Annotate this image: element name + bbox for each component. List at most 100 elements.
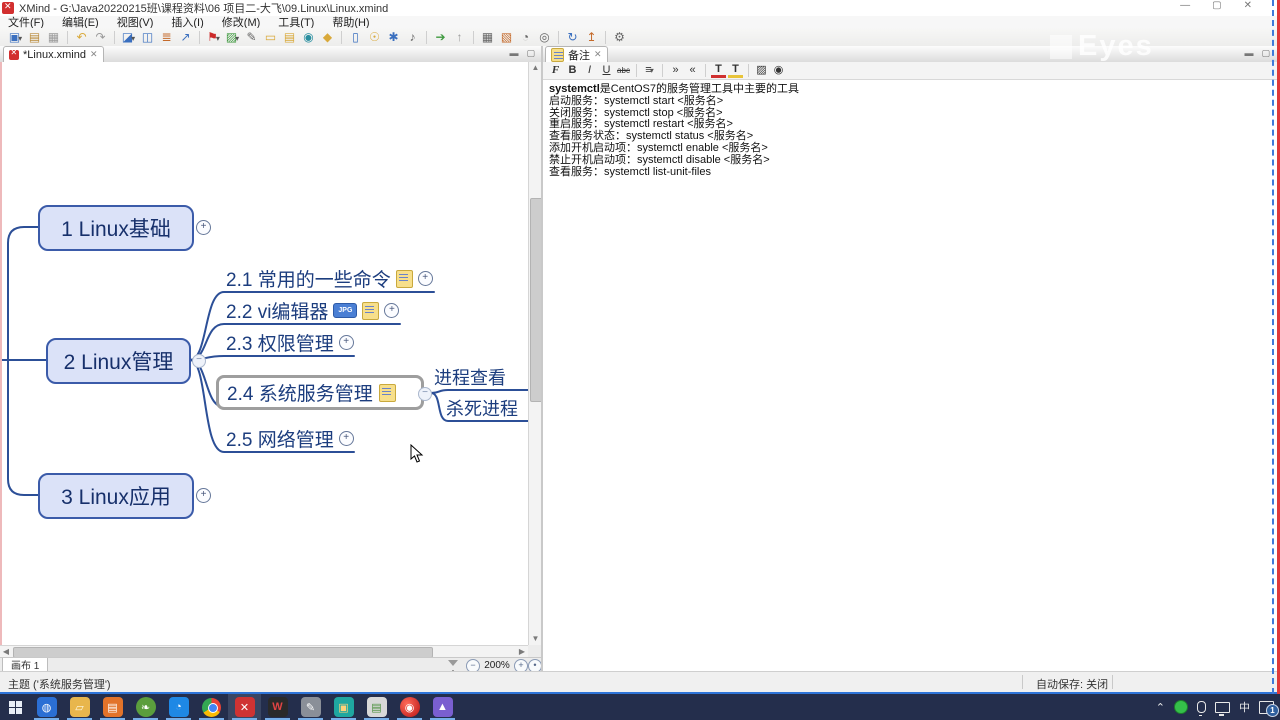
table-view-icon[interactable]: ▦: [479, 29, 496, 45]
taskbar-app-pc-manager[interactable]: ◍: [30, 694, 63, 720]
taskbar-app-recorder[interactable]: ▣: [327, 694, 360, 720]
cloud-sync-icon[interactable]: ↻: [564, 29, 581, 45]
topic-linux-apps[interactable]: 3 Linux应用: [38, 473, 194, 519]
taskbar-app-wps[interactable]: W: [261, 694, 294, 720]
maximize-button[interactable]: ▢: [1212, 0, 1221, 11]
taskbar-app-navicat[interactable]: ❧: [129, 694, 162, 720]
theme-icon[interactable]: ◪: [120, 29, 137, 45]
italic-icon[interactable]: I: [582, 63, 597, 78]
undo-icon[interactable]: ↶: [73, 29, 90, 45]
editor-minimize-icon[interactable]: ▬: [509, 48, 518, 59]
vertical-scrollbar[interactable]: ▲ ▼: [528, 62, 543, 645]
mindmap-canvas[interactable]: 1 Linux基础 + 2 Linux管理 − 3 Linux应用 + 2.1 …: [0, 62, 541, 645]
strikethrough-icon[interactable]: abc: [616, 63, 631, 78]
topic-label: 3 Linux应用: [61, 486, 171, 509]
taskbar-app-stationery[interactable]: ✎: [294, 694, 327, 720]
drill-down-icon[interactable]: ✱: [385, 29, 402, 45]
label-icon[interactable]: ◆: [319, 29, 336, 45]
hyperlink-icon[interactable]: ◉: [300, 29, 317, 45]
sheet-tab-canvas1[interactable]: 画布 1: [2, 658, 49, 672]
marker-icon[interactable]: ⚑: [205, 29, 222, 45]
open-file-icon[interactable]: ▤: [26, 29, 43, 45]
insert-image-icon[interactable]: ▨: [754, 63, 769, 78]
new-workbook-icon[interactable]: ▣: [7, 29, 24, 45]
outline-numbering-icon[interactable]: ≣: [158, 29, 175, 45]
filter-icon[interactable]: [448, 660, 458, 677]
brainstorm-icon[interactable]: ☉: [366, 29, 383, 45]
insert-image-icon[interactable]: ▨: [224, 29, 241, 45]
timer-icon[interactable]: ◔: [517, 29, 534, 45]
expand-icon-common-commands[interactable]: +: [417, 271, 433, 286]
taskbar-app-notes[interactable]: ▤: [96, 694, 129, 720]
taskbar-app-photos[interactable]: ▲: [426, 694, 459, 720]
export-icon[interactable]: ↥: [583, 29, 600, 45]
bold-icon[interactable]: B: [565, 63, 580, 78]
tab-linux-xmind[interactable]: *Linux.xmind ✕: [3, 46, 104, 62]
outdent-icon[interactable]: «: [685, 63, 700, 78]
expand-icon-linux-basics[interactable]: +: [196, 220, 211, 235]
topic-system-services-selected[interactable]: 2.4 系统服务管理: [216, 375, 424, 410]
notes-marker-icon[interactable]: [362, 301, 380, 320]
notes-editor[interactable]: systemctl是CentOS7的服务管理工具中主要的工具 启动服务：syst…: [543, 80, 1280, 671]
notes-marker-icon[interactable]: [378, 383, 396, 402]
minimize-button[interactable]: —: [1180, 0, 1190, 11]
topic-linux-basics[interactable]: 1 Linux基础: [38, 205, 194, 251]
indent-icon[interactable]: »: [668, 63, 683, 78]
expand-icon-permission[interactable]: +: [338, 335, 354, 350]
topic-network-management[interactable]: 2.5 网络管理 +: [226, 426, 354, 451]
taskbar-app-chrome[interactable]: [195, 694, 228, 720]
boundary-icon[interactable]: ▭: [262, 29, 279, 45]
display-network-icon[interactable]: [1215, 701, 1230, 716]
save-icon[interactable]: ▦: [45, 29, 62, 45]
topic-permission-management[interactable]: 2.3 权限管理 +: [226, 330, 354, 355]
text-color-icon[interactable]: T: [711, 63, 726, 78]
insert-hyperlink-icon[interactable]: ◉: [771, 63, 786, 78]
upload-icon[interactable]: ↑: [451, 29, 468, 45]
notification-icon[interactable]: 1: [1259, 700, 1279, 717]
taskbar-app-potplayer[interactable]: ◉: [393, 694, 426, 720]
editor-maximize-icon[interactable]: ▢: [526, 48, 535, 59]
share-icon[interactable]: ➔: [432, 29, 449, 45]
gantt-view-icon[interactable]: ▧: [498, 29, 515, 45]
topic-common-commands[interactable]: 2.1 常用的一些命令 +: [226, 266, 433, 291]
bullet-list-icon[interactable]: ≡: [642, 63, 657, 78]
taskbar-app-file-explorer[interactable]: ▱: [63, 694, 96, 720]
notes-tab-close-icon[interactable]: ✕: [594, 49, 602, 60]
taskbar-app-xmind-active[interactable]: ✕: [228, 694, 261, 720]
tray-expand-icon[interactable]: ⌃: [1156, 701, 1165, 714]
taskbar-app-dingtalk[interactable]: ◔: [162, 694, 195, 720]
start-button[interactable]: [0, 694, 30, 720]
notes-minimize-icon[interactable]: ▬: [1244, 48, 1253, 59]
topic-process-view[interactable]: 进程查看: [434, 364, 506, 389]
audio-note-icon[interactable]: ♪: [404, 29, 421, 45]
jpg-attachment-icon[interactable]: JPG: [333, 303, 358, 318]
attachment-icon[interactable]: ✎: [243, 29, 260, 45]
notes-tab[interactable]: 备注 ✕: [545, 46, 608, 62]
topic-kill-process[interactable]: 杀死进程: [446, 395, 518, 420]
tab-close-icon[interactable]: ✕: [90, 49, 98, 60]
expand-icon-network[interactable]: +: [338, 431, 354, 446]
topic-vi-editor[interactable]: 2.2 vi编辑器 JPG +: [226, 298, 400, 323]
collapse-icon-system-services[interactable]: −: [418, 387, 432, 401]
expand-icon-vi-editor[interactable]: +: [384, 303, 400, 318]
tray-green-status-icon[interactable]: [1174, 700, 1188, 714]
collapse-icon-linux-management[interactable]: −: [192, 354, 206, 368]
presentation-icon[interactable]: ▯: [347, 29, 364, 45]
microphone-icon[interactable]: [1197, 701, 1206, 716]
relationship-icon[interactable]: ↗: [177, 29, 194, 45]
ime-indicator[interactable]: 中: [1239, 699, 1250, 715]
map-structure-icon[interactable]: ◫: [139, 29, 156, 45]
highlight-color-icon[interactable]: T: [728, 63, 743, 78]
taskbar-app-media-doc[interactable]: ▤: [360, 694, 393, 720]
close-button[interactable]: ✕: [1244, 0, 1252, 11]
zoom-tool-icon[interactable]: ◎: [536, 29, 553, 45]
notes-maximize-icon[interactable]: ▢: [1261, 48, 1270, 59]
expand-icon-linux-apps[interactable]: +: [196, 488, 211, 503]
notes-marker-icon[interactable]: [395, 269, 413, 288]
font-icon[interactable]: F: [548, 63, 563, 78]
underline-icon[interactable]: U: [599, 63, 614, 78]
topic-linux-management[interactable]: 2 Linux管理: [46, 338, 191, 384]
preferences-icon[interactable]: ⚙: [611, 29, 628, 45]
redo-icon[interactable]: ↷: [92, 29, 109, 45]
insert-notes-icon[interactable]: ▤: [281, 29, 298, 45]
